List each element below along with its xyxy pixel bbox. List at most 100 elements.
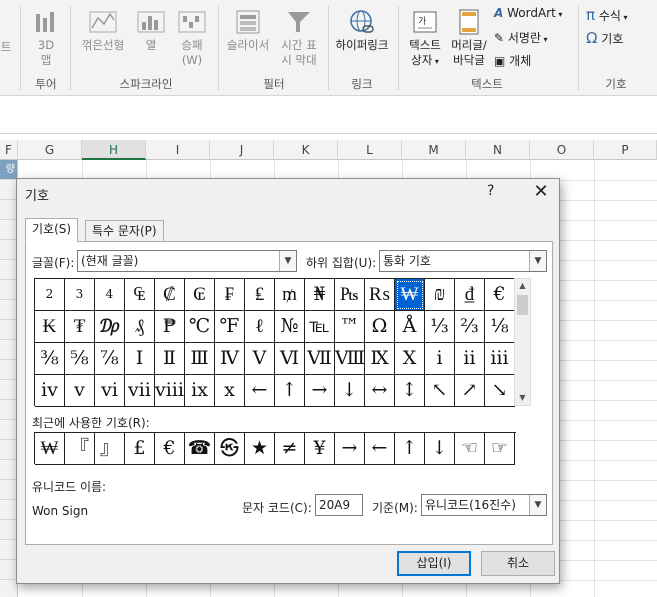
symbol-cell[interactable]: Ⅳ xyxy=(215,343,245,375)
symbol-cell[interactable]: ₱ xyxy=(155,311,185,343)
cancel-button[interactable]: 취소 xyxy=(481,551,555,576)
recent-symbol-cell[interactable]: 『 xyxy=(65,433,95,465)
symbol-cell[interactable]: ℡ xyxy=(305,311,335,343)
recent-symbol-cell[interactable]: £ xyxy=(125,433,155,465)
sparkline-line-button[interactable]: 꺾은선형 xyxy=(76,8,130,53)
symbol-cell[interactable]: ₧ xyxy=(335,279,365,311)
recent-symbol-cell[interactable]: ↓ xyxy=(425,433,455,465)
symbol-cell[interactable]: 4 xyxy=(95,279,125,311)
symbol-cell[interactable]: ↔ xyxy=(365,375,395,407)
symbol-cell[interactable]: Ω xyxy=(365,311,395,343)
symbol-cell[interactable]: → xyxy=(305,375,335,407)
symbol-cell[interactable]: ↕ xyxy=(395,375,425,407)
symbol-cell[interactable]: 2 xyxy=(35,279,65,311)
symbol-cell[interactable]: ℃ xyxy=(185,311,215,343)
column-header-j[interactable]: J xyxy=(210,140,274,160)
symbol-cell[interactable]: ₠ xyxy=(125,279,155,311)
recent-symbol-cell[interactable]: ★ xyxy=(245,433,275,465)
symbol-cell[interactable]: Ⅴ xyxy=(245,343,275,375)
scroll-up-icon[interactable]: ▲ xyxy=(515,279,530,293)
wordart-button[interactable]: A WordArt ▾ xyxy=(494,6,562,20)
symbol-cell[interactable]: ₩ xyxy=(395,279,425,311)
symbol-cell[interactable]: Å xyxy=(395,311,425,343)
symbol-cell[interactable]: ₨ xyxy=(365,279,395,311)
column-header-f[interactable]: F xyxy=(0,140,18,160)
symbol-cell[interactable]: € xyxy=(485,279,515,311)
symbol-cell[interactable]: ↗ xyxy=(455,375,485,407)
symbol-cell[interactable]: ⅰ xyxy=(425,343,455,375)
column-header-h[interactable]: H xyxy=(82,140,146,160)
column-header-m[interactable]: M xyxy=(402,140,466,160)
subset-select[interactable]: 통화 기호 ▼ xyxy=(379,250,547,272)
symbol-cell[interactable]: ← xyxy=(245,375,275,407)
symbol-cell[interactable]: ₤ xyxy=(245,279,275,311)
symbol-cell[interactable]: ℓ xyxy=(245,311,275,343)
symbol-cell[interactable]: ₫ xyxy=(455,279,485,311)
symbol-button[interactable]: Ω 기호 xyxy=(586,29,623,47)
row-header[interactable]: 량 xyxy=(0,160,18,180)
ribbon-clipped-button[interactable]: 트 xyxy=(0,40,12,55)
scroll-thumb[interactable] xyxy=(517,295,528,315)
equation-button[interactable]: π 수식 ▾ xyxy=(586,6,628,24)
symbol-cell[interactable]: ₮ xyxy=(65,311,95,343)
symbol-cell[interactable]: ₡ xyxy=(155,279,185,311)
symbol-cell[interactable]: ₢ xyxy=(185,279,215,311)
symbol-cell[interactable]: ₭ xyxy=(35,311,65,343)
symbol-cell[interactable]: Ⅸ xyxy=(365,343,395,375)
symbol-cell[interactable]: Ⅲ xyxy=(185,343,215,375)
symbol-cell[interactable]: Ⅰ xyxy=(125,343,155,375)
symbol-cell[interactable]: ™ xyxy=(335,311,365,343)
recent-symbol-cell[interactable]: ↑ xyxy=(395,433,425,465)
symbol-cell[interactable]: ⅵ xyxy=(95,375,125,407)
symbol-cell[interactable]: ⅓ xyxy=(425,311,455,343)
symbol-cell[interactable]: ⅶ xyxy=(125,375,155,407)
symbol-cell[interactable]: ₰ xyxy=(125,311,155,343)
symbol-cell[interactable]: ₪ xyxy=(425,279,455,311)
symbol-cell[interactable]: ₥ xyxy=(275,279,305,311)
column-header-p[interactable]: P xyxy=(594,140,657,160)
symbol-cell[interactable]: ₯ xyxy=(95,311,125,343)
timeline-button[interactable]: 시간 표시 막대 xyxy=(274,8,324,68)
symbol-cell[interactable]: ⅹ xyxy=(215,375,245,407)
symbol-cell[interactable]: Ⅹ xyxy=(395,343,425,375)
symbol-cell[interactable]: ⅳ xyxy=(35,375,65,407)
symbol-cell[interactable]: ℉ xyxy=(215,311,245,343)
symbol-cell[interactable]: Ⅱ xyxy=(155,343,185,375)
symbol-cell[interactable]: Ⅵ xyxy=(275,343,305,375)
recent-symbol-cell[interactable]: € xyxy=(155,433,185,465)
column-header-o[interactable]: O xyxy=(530,140,594,160)
recent-symbol-cell[interactable]: ≠ xyxy=(275,433,305,465)
from-select[interactable]: 유니코드(16진수) ▼ xyxy=(421,494,547,516)
symbol-cell[interactable]: ⅞ xyxy=(95,343,125,375)
symbol-grid-scrollbar[interactable]: ▲ ▼ xyxy=(514,278,531,406)
recent-symbol-cell[interactable]: ₩ xyxy=(35,433,65,465)
symbol-cell[interactable]: ⅱ xyxy=(455,343,485,375)
hyperlink-button[interactable]: 하이퍼링크 xyxy=(330,8,394,53)
symbol-cell[interactable]: ⅛ xyxy=(485,311,515,343)
recent-symbol-cell[interactable]: ☞ xyxy=(485,433,515,465)
recent-symbol-cell[interactable]: 』 xyxy=(95,433,125,465)
symbol-cell[interactable]: ⅴ xyxy=(65,375,95,407)
recent-symbol-cell[interactable]: ¥ xyxy=(305,433,335,465)
column-header-l[interactable]: L xyxy=(338,140,402,160)
symbol-cell[interactable]: ₣ xyxy=(215,279,245,311)
column-header-k[interactable]: K xyxy=(274,140,338,160)
symbol-cell[interactable]: ↑ xyxy=(275,375,305,407)
recent-symbol-cell[interactable]: ㉿ xyxy=(215,433,245,465)
recent-symbol-cell[interactable]: ← xyxy=(365,433,395,465)
column-header-n[interactable]: N xyxy=(466,140,530,160)
sparkline-winloss-button[interactable]: 승패 (W) xyxy=(172,8,212,68)
character-code-input[interactable]: 20A9 xyxy=(315,494,363,516)
symbol-cell[interactable]: ⅜ xyxy=(35,343,65,375)
column-header-i[interactable]: I xyxy=(146,140,210,160)
header-footer-button[interactable]: 머리글/바닥글 xyxy=(446,8,492,68)
symbol-cell[interactable]: ⅷ xyxy=(155,375,185,407)
symbol-cell[interactable]: ⅸ xyxy=(185,375,215,407)
symbol-cell[interactable]: ⅝ xyxy=(65,343,95,375)
symbol-cell[interactable]: Ⅷ xyxy=(335,343,365,375)
symbol-cell[interactable]: ↓ xyxy=(335,375,365,407)
symbol-cell[interactable]: Ⅶ xyxy=(305,343,335,375)
symbol-cell[interactable]: № xyxy=(275,311,305,343)
scroll-down-icon[interactable]: ▼ xyxy=(515,391,530,405)
tab-symbols[interactable]: 기호(S) xyxy=(25,218,79,242)
